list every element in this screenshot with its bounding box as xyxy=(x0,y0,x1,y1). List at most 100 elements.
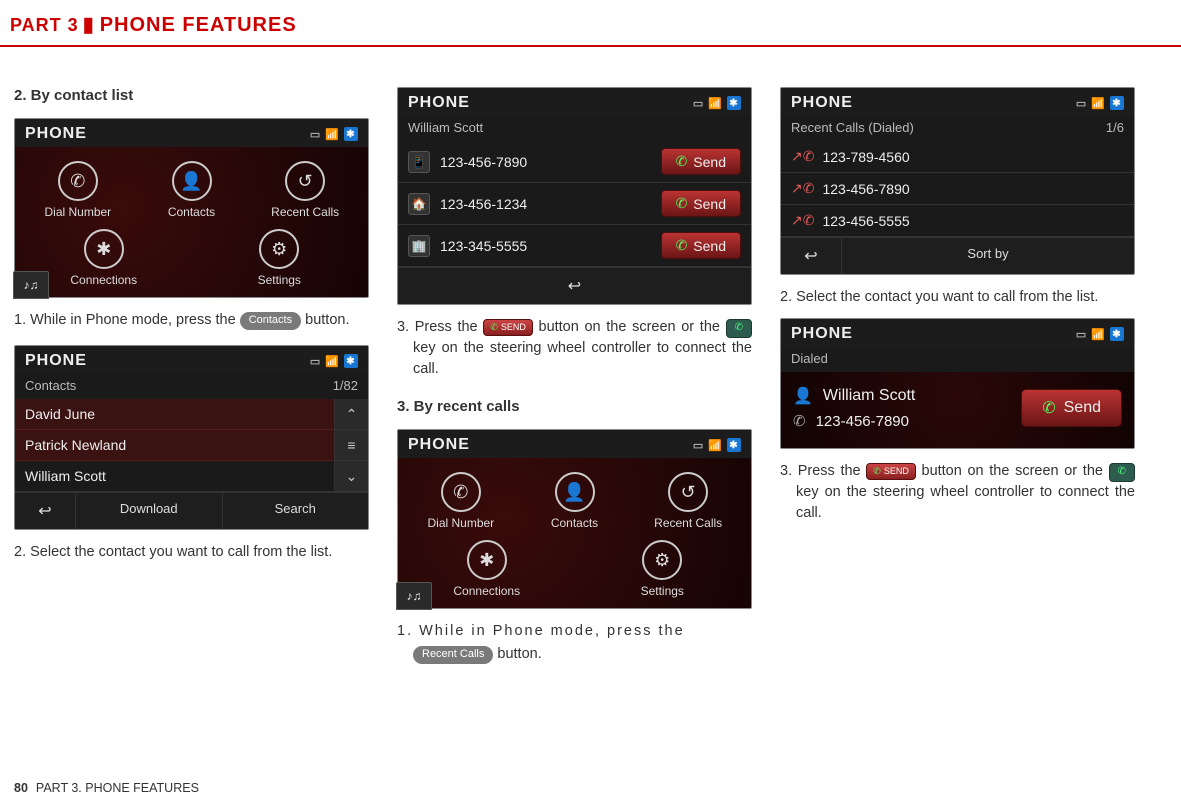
phone-green-icon: ✆ xyxy=(1042,398,1055,418)
step-2-text: 2. Select the contact you want to call f… xyxy=(30,542,369,563)
back-button[interactable]: ↩ xyxy=(781,238,841,274)
send-button[interactable]: ✆Send xyxy=(661,148,741,175)
recent-sub-label: Recent Calls (Dialed) xyxy=(791,120,914,135)
status-icons: ▭📶✱ xyxy=(1076,96,1124,110)
scroll-double-up-button[interactable]: ≡ xyxy=(335,430,368,461)
status-icons: ▭📶✱ xyxy=(310,127,358,141)
phone-icon: ✆ xyxy=(58,161,98,201)
recent-calls-button[interactable]: ↺Recent Calls xyxy=(635,472,741,530)
gear-icon: ⚙ xyxy=(642,540,682,580)
part-label: PART 3 xyxy=(10,15,79,36)
send-inline-icon: ✆ SEND xyxy=(866,463,916,480)
signal-icon: 📶 xyxy=(708,97,723,110)
sub-heading-recent-calls: 3. By recent calls xyxy=(397,398,752,415)
scroll-up-button[interactable]: ⌃ xyxy=(335,399,368,430)
recent-call-row[interactable]: ↗✆123-456-5555 xyxy=(781,205,1134,237)
send-button[interactable]: ✆Send xyxy=(1021,389,1122,427)
download-button[interactable]: Download xyxy=(75,493,222,529)
signal-icon: 📶 xyxy=(1091,97,1106,110)
sort-by-button[interactable]: Sort by xyxy=(841,238,1134,274)
dial-number-button[interactable]: ✆Dial Number xyxy=(408,472,514,530)
step-2-recent-text: 2. Select the contact you want to call f… xyxy=(796,287,1135,308)
steering-call-key-icon: ✆ xyxy=(726,319,752,338)
recent-call-row[interactable]: ↗✆123-456-7890 xyxy=(781,173,1134,205)
recent-call-row[interactable]: ↗✆123-789-4560 xyxy=(781,141,1134,173)
back-button[interactable]: ↩ xyxy=(398,268,751,304)
back-arrow-icon: ↩ xyxy=(38,503,51,520)
dialed-call-icon: ↗✆ xyxy=(791,148,814,165)
contacts-button[interactable]: 👤Contacts xyxy=(522,472,628,530)
scroll-down-button[interactable]: ⌄ xyxy=(335,461,368,492)
shot-title: PHONE xyxy=(25,352,87,370)
column-3: PHONE ▭ 📶 ✱ Recent Calls (Dialed) 1/6 ↗✆123… xyxy=(780,87,1135,665)
status-icons: ▭ 📶 ✱ xyxy=(310,354,358,368)
mobile-icon: 📱 xyxy=(408,151,430,173)
header-divider: ▮ xyxy=(83,12,94,37)
sub-heading-contact-list: 2. By contact list xyxy=(14,87,369,104)
number-row: 🏠123-456-1234✆Send xyxy=(398,183,751,225)
battery-icon: ▭ xyxy=(310,355,321,368)
bt-connection-icon: ✱ xyxy=(84,229,124,269)
step-1-recent-text: 1. While in Phone mode, press the xyxy=(413,621,752,642)
battery-icon: ▭ xyxy=(693,439,704,452)
page-number: 80 xyxy=(14,781,28,795)
person-icon: 👤 xyxy=(172,161,212,201)
back-arrow-icon: ↩ xyxy=(804,248,817,265)
bluetooth-icon: ✱ xyxy=(727,96,741,110)
contacts-sub-label: Contacts xyxy=(25,378,76,393)
phone-green-icon: ✆ xyxy=(676,237,688,254)
bt-connection-icon: ✱ xyxy=(467,540,507,580)
signal-icon: 📶 xyxy=(708,439,723,452)
back-arrow-icon: ↩ xyxy=(568,278,581,295)
screenshot-contact-detail: PHONE ▭📶✱ William Scott 📱123-456-7890✆Se… xyxy=(397,87,752,305)
screenshot-dialed: PHONE ▭📶✱ Dialed 👤William Scott ✆123-456… xyxy=(780,318,1135,449)
person-icon: 👤 xyxy=(555,472,595,512)
bluetooth-icon: ✱ xyxy=(344,354,358,368)
contacts-button[interactable]: 👤Contacts xyxy=(139,161,245,219)
screenshot-phone-main-1: PHONE ▭📶✱ ✆Dial Number 👤Contacts ↺Recent… xyxy=(14,118,369,298)
send-inline-icon: ✆ SEND xyxy=(483,319,533,336)
shot-title: PHONE xyxy=(791,325,853,343)
phone-green-icon: ✆ xyxy=(676,153,688,170)
status-icons: ▭ 📶 ✱ xyxy=(693,96,741,110)
back-button[interactable]: ↩ xyxy=(15,493,75,529)
step-3-text: 3. Press the ✆ SEND button on the screen… xyxy=(413,317,752,380)
send-button[interactable]: ✆Send xyxy=(661,190,741,217)
home-icon: 🏠 xyxy=(408,193,430,215)
contact-row[interactable]: David June xyxy=(15,399,334,430)
send-button[interactable]: ✆Send xyxy=(661,232,741,259)
phone-icon: ✆ xyxy=(793,412,806,430)
search-button[interactable]: Search xyxy=(222,493,369,529)
step-3-recent-text: 3. Press the ✆ SEND button on the screen… xyxy=(796,461,1135,524)
user-icon: 👤 xyxy=(793,386,813,406)
bluetooth-icon: ✱ xyxy=(1110,327,1124,341)
office-icon: 🏢 xyxy=(408,235,430,257)
steering-call-key-icon: ✆ xyxy=(1109,463,1135,482)
contact-row[interactable]: William Scott xyxy=(15,461,334,492)
dial-number-button[interactable]: ✆Dial Number xyxy=(25,161,131,219)
column-2: PHONE ▭📶✱ William Scott 📱123-456-7890✆Se… xyxy=(397,87,752,665)
contacts-label-button: Contacts xyxy=(240,312,301,330)
phone-green-icon: ✆ xyxy=(676,195,688,212)
battery-icon: ▭ xyxy=(1076,328,1087,341)
screenshot-phone-main-2: PHONE ▭📶✱ ✆Dial Number 👤Contacts ↺Recent… xyxy=(397,429,752,609)
bluetooth-icon: ✱ xyxy=(727,438,741,452)
gear-icon: ⚙ xyxy=(259,229,299,269)
column-1: 2. By contact list PHONE ▭📶✱ ✆Dial Numbe… xyxy=(14,87,369,665)
media-tab-icon[interactable]: ♪♫ xyxy=(14,271,49,298)
dialed-call-icon: ↗✆ xyxy=(791,180,814,197)
battery-icon: ▭ xyxy=(693,97,704,110)
number-row: 🏢123-345-5555✆Send xyxy=(398,225,751,267)
signal-icon: 📶 xyxy=(325,355,340,368)
contact-row[interactable]: Patrick Newland xyxy=(15,430,334,461)
shot-title: PHONE xyxy=(791,94,853,112)
settings-button[interactable]: ⚙Settings xyxy=(201,229,359,287)
page-footer: 80PART 3. PHONE FEATURES xyxy=(14,781,199,795)
settings-button[interactable]: ⚙Settings xyxy=(584,540,742,598)
battery-icon: ▭ xyxy=(1076,97,1087,110)
battery-icon: ▭ xyxy=(310,128,321,141)
media-tab-icon[interactable]: ♪♫ xyxy=(397,582,432,609)
recent-counter: 1/6 xyxy=(1106,120,1124,135)
shot-title: PHONE xyxy=(408,94,470,112)
recent-calls-button[interactable]: ↺Recent Calls xyxy=(252,161,358,219)
